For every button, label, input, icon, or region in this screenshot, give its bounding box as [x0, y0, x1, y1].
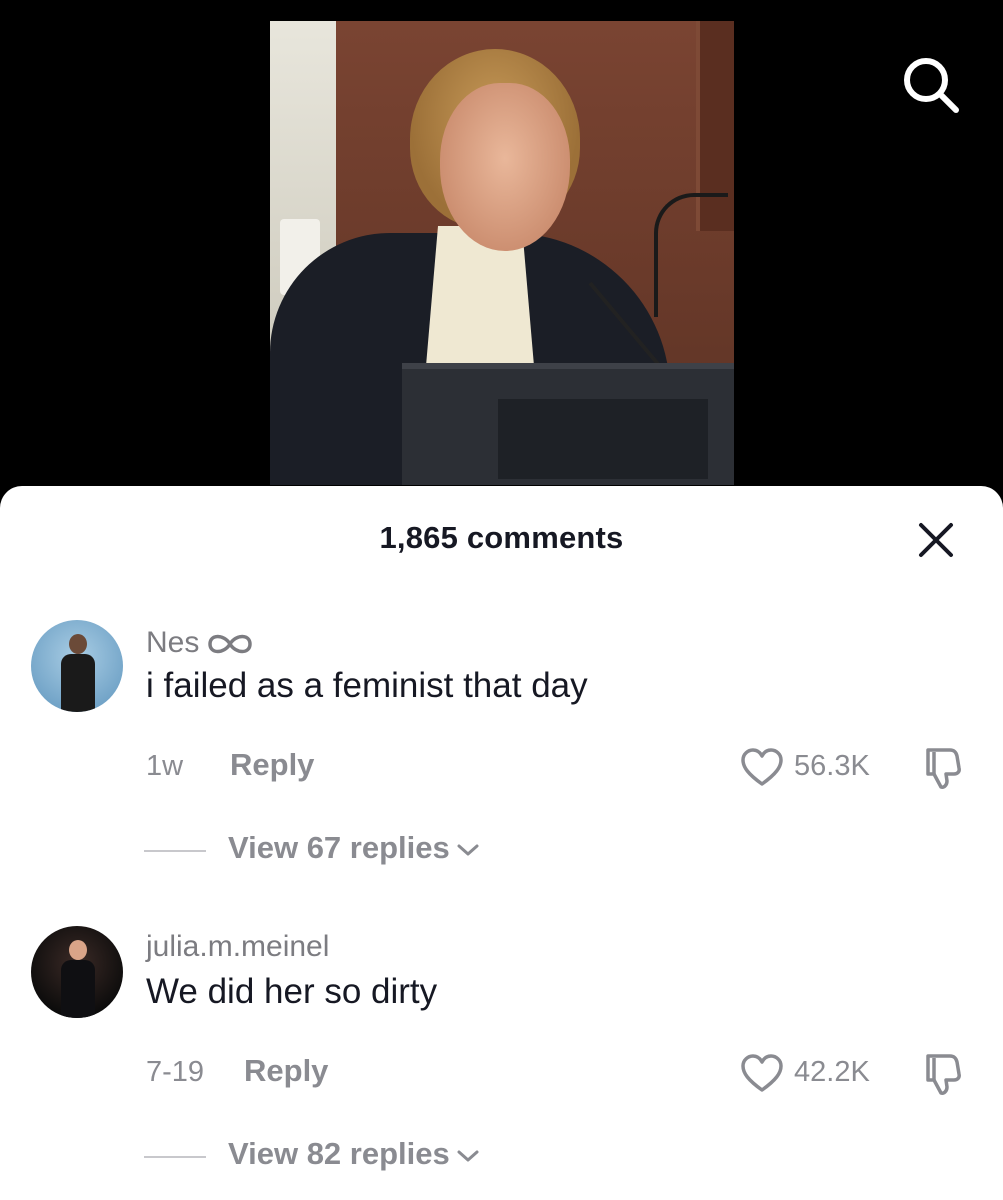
heart-icon — [741, 1054, 783, 1092]
comments-count-title: 1,865 comments — [379, 520, 624, 555]
close-button[interactable] — [916, 520, 956, 560]
comments-sheet: 1,865 comments Nes i failed as a feminis… — [0, 486, 1003, 1200]
close-icon — [919, 523, 953, 557]
avatar-person — [61, 940, 95, 1018]
video-chair — [654, 193, 728, 317]
comment-username[interactable]: julia.m.meinel — [146, 930, 329, 964]
comment-username[interactable]: Nes — [146, 626, 255, 660]
like-count: 42.2K — [794, 1056, 870, 1088]
thumbs-down-icon — [926, 1054, 961, 1095]
video-monitor — [402, 363, 734, 485]
avatar[interactable] — [31, 926, 123, 1018]
view-replies-button[interactable]: View 67 replies — [144, 830, 504, 870]
thumbs-down-icon — [926, 748, 961, 789]
chevron-down-icon — [457, 844, 479, 856]
comment-text: We did her so dirty — [146, 972, 438, 1011]
dislike-button[interactable] — [916, 1050, 964, 1098]
reply-button[interactable]: Reply — [230, 747, 314, 783]
video-player[interactable] — [0, 0, 1003, 500]
like-button[interactable] — [740, 1052, 784, 1096]
view-replies-button[interactable]: View 82 replies — [144, 1136, 504, 1176]
view-replies-label[interactable]: View 67 replies — [228, 830, 450, 865]
avatar-person — [61, 634, 95, 712]
comment-text: i failed as a feminist that day — [146, 666, 588, 705]
search-button[interactable] — [898, 52, 964, 118]
like-button[interactable] — [740, 746, 784, 790]
dislike-button[interactable] — [916, 744, 964, 792]
view-replies-label[interactable]: View 82 replies — [228, 1136, 450, 1171]
video-person-face — [440, 83, 570, 251]
infinity-icon — [208, 634, 253, 654]
heart-icon — [741, 748, 783, 786]
comment-time: 7-19 — [146, 1056, 205, 1088]
divider-line — [144, 850, 206, 852]
search-icon — [904, 58, 959, 113]
video-frame[interactable] — [270, 21, 734, 485]
video-monitor-screen — [498, 399, 708, 479]
chevron-down-icon — [457, 1150, 479, 1162]
comment-time: 1w — [146, 750, 184, 782]
divider-line — [144, 1156, 206, 1158]
like-count: 56.3K — [794, 750, 870, 782]
avatar[interactable] — [31, 620, 123, 712]
reply-button[interactable]: Reply — [244, 1053, 328, 1089]
